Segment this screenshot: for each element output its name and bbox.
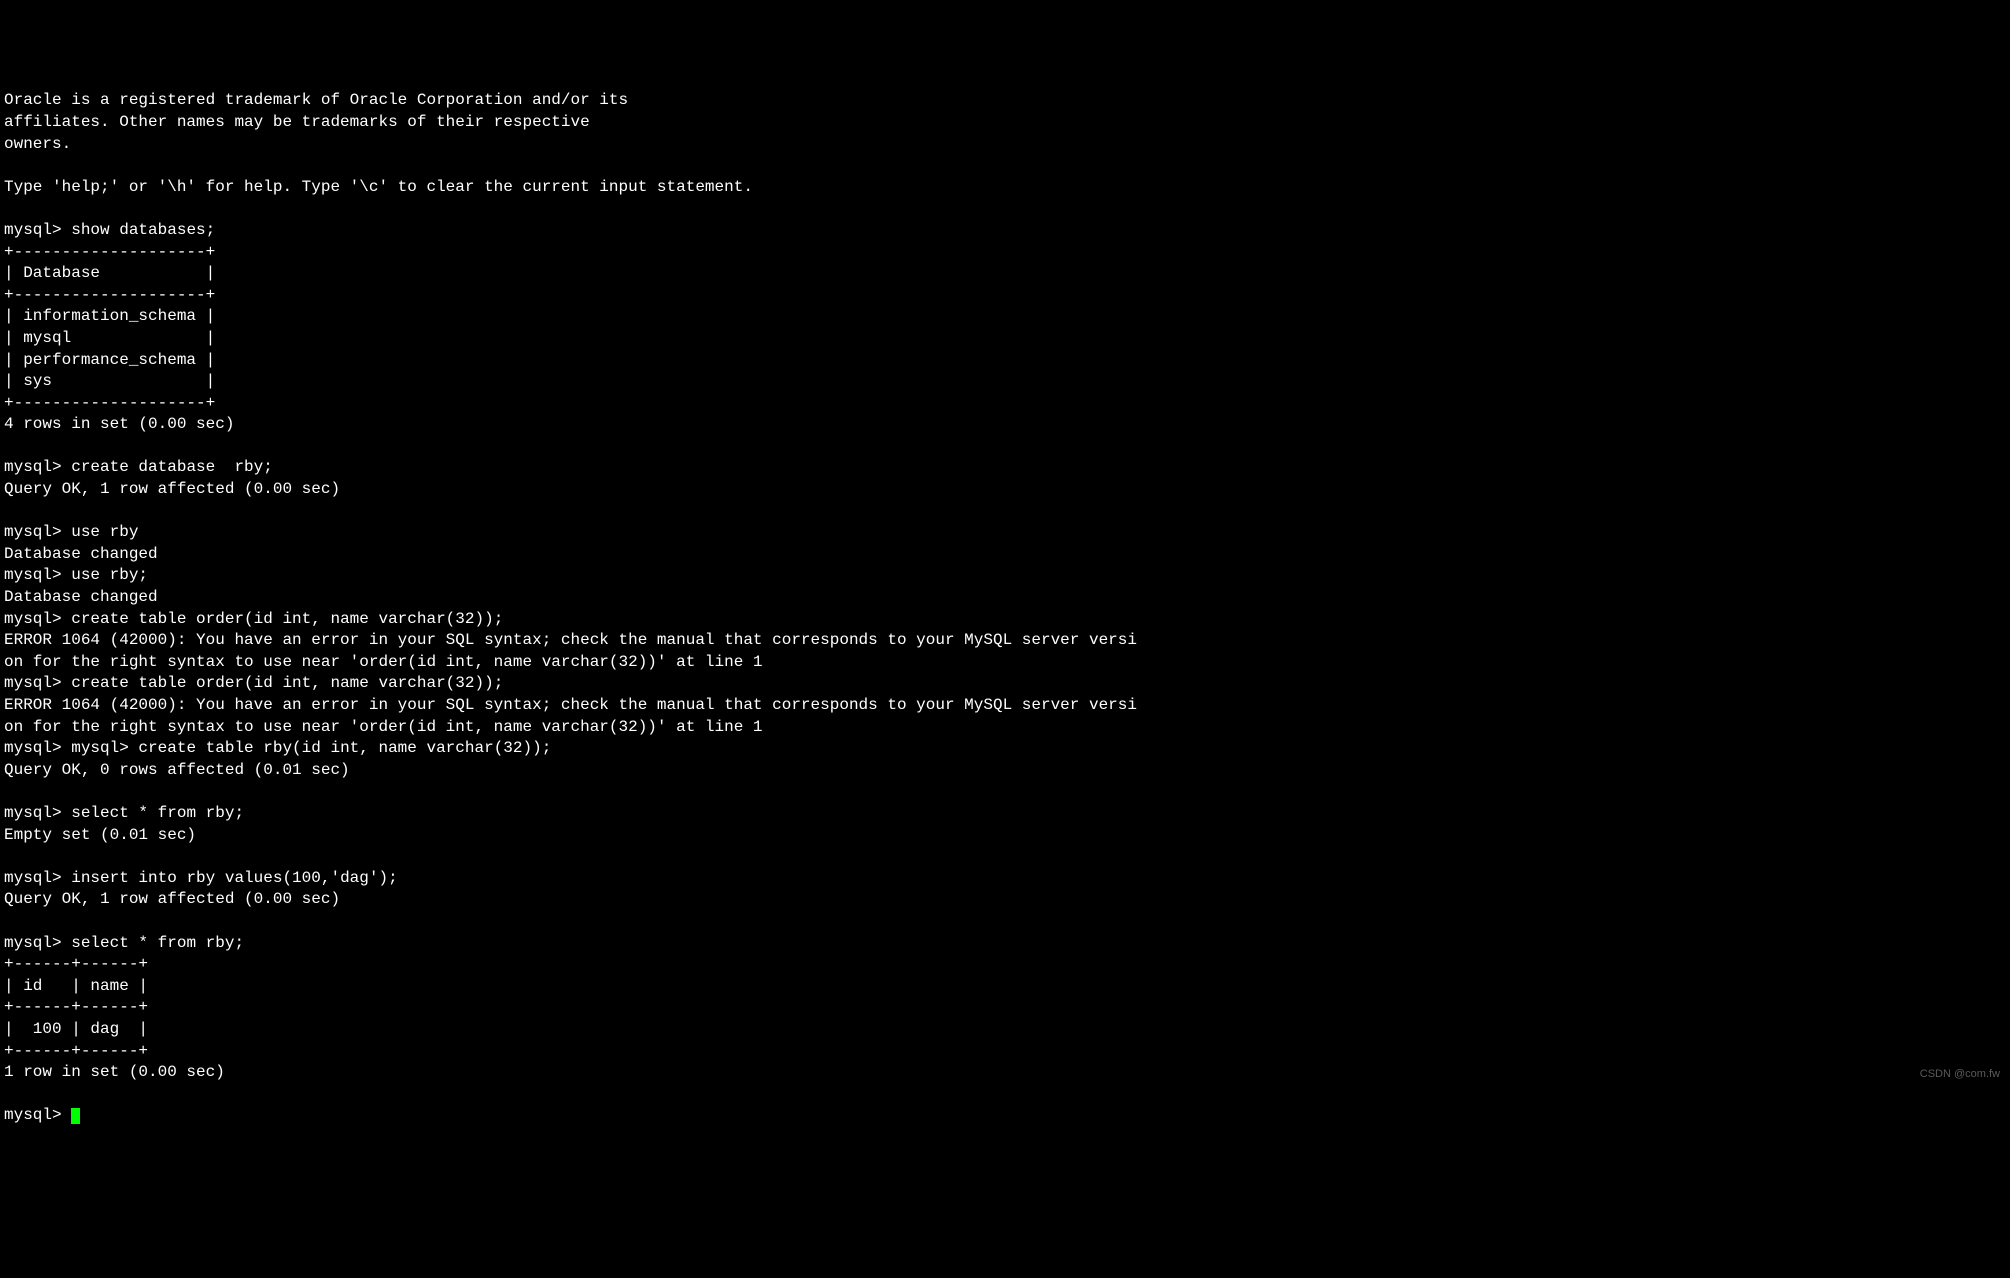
table-header: | Database | [4,264,215,282]
db-row: | mysql | [4,329,215,347]
intro-text-2: affiliates. Other names may be trademark… [4,113,590,131]
prompt: mysql> [4,804,71,822]
table-border: +--------------------+ [4,394,215,412]
prompt: mysql> [4,674,71,692]
error-line: ERROR 1064 (42000): You have an error in… [4,696,1137,714]
rows-result: 4 rows in set (0.00 sec) [4,415,234,433]
error-line: on for the right syntax to use near 'ord… [4,653,763,671]
prompt: mysql> [4,1106,71,1124]
prompt: mysql> [4,869,71,887]
prompt: mysql> [4,221,71,239]
cmd-select: select * from rby; [71,934,244,952]
result-header: | id | name | [4,977,148,995]
error-line: on for the right syntax to use near 'ord… [4,718,763,736]
cmd-create-table-rby: mysql> create table rby(id int, name var… [71,739,551,757]
query-ok: Query OK, 0 rows affected (0.01 sec) [4,761,350,779]
cmd-insert: insert into rby values(100,'dag'); [71,869,397,887]
query-ok: Query OK, 1 row affected (0.00 sec) [4,480,340,498]
prompt: mysql> [4,566,71,584]
result-border: +------+------+ [4,1042,148,1060]
result-row: | 100 | dag | [4,1020,148,1038]
cmd-create-table: create table order(id int, name varchar(… [71,610,503,628]
db-row: | performance_schema | [4,351,215,369]
result-border: +------+------+ [4,955,148,973]
db-row: | information_schema | [4,307,215,325]
cmd-select: select * from rby; [71,804,244,822]
db-changed: Database changed [4,545,158,563]
cursor-icon[interactable] [71,1108,80,1124]
terminal-output: Oracle is a registered trademark of Orac… [4,90,2006,1127]
table-border: +--------------------+ [4,286,215,304]
empty-set: Empty set (0.01 sec) [4,826,196,844]
cmd-use-rby: use rby [71,523,138,541]
rows-result: 1 row in set (0.00 sec) [4,1063,225,1081]
prompt: mysql> [4,458,71,476]
help-text: Type 'help;' or '\h' for help. Type '\c'… [4,178,753,196]
intro-text-3: owners. [4,135,71,153]
cmd-create-table: create table order(id int, name varchar(… [71,674,503,692]
prompt: mysql> [4,610,71,628]
watermark: CSDN @com.fw [1920,1067,2000,1082]
prompt: mysql> [4,934,71,952]
query-ok: Query OK, 1 row affected (0.00 sec) [4,890,340,908]
db-row: | sys | [4,372,215,390]
cmd-show-databases: show databases; [71,221,215,239]
db-changed: Database changed [4,588,158,606]
cmd-create-database: create database rby; [71,458,273,476]
prompt: mysql> [4,739,71,757]
intro-text-1: Oracle is a registered trademark of Orac… [4,91,628,109]
error-line: ERROR 1064 (42000): You have an error in… [4,631,1137,649]
cmd-use-rby: use rby; [71,566,148,584]
prompt: mysql> [4,523,71,541]
table-border: +--------------------+ [4,243,215,261]
result-border: +------+------+ [4,998,148,1016]
